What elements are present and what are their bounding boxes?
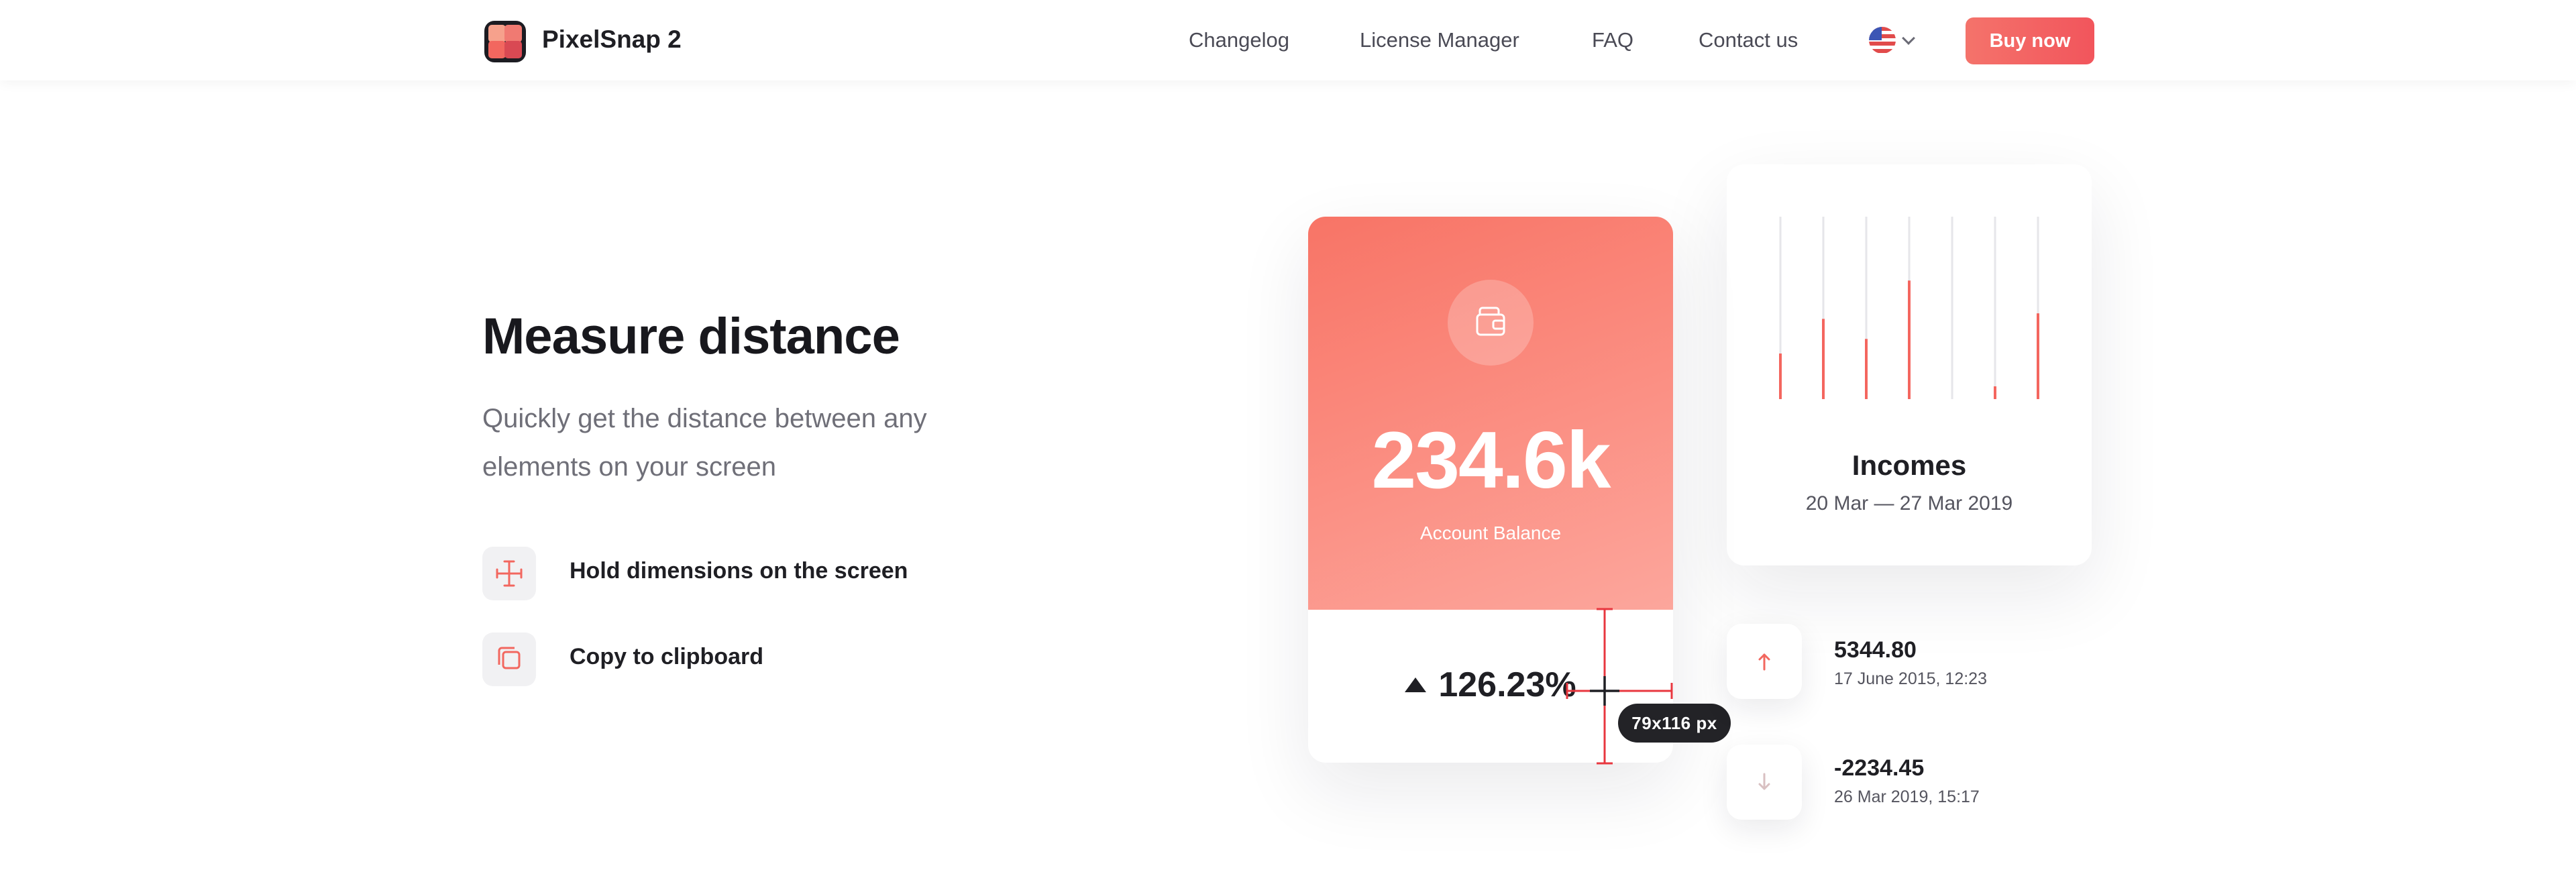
nav-license-manager[interactable]: License Manager [1360,28,1519,52]
triangle-up-icon [1405,677,1427,692]
balance-amount: 234.6k [1371,415,1611,505]
arrow-up-icon[interactable] [1727,624,1802,699]
account-balance-card: 234.6k Account Balance 126.23% [1308,217,1673,763]
logo-quadrant [504,41,522,58]
pixelsnap-logo-icon[interactable] [484,21,526,62]
incomes-title: Incomes [1851,449,1967,481]
transaction-date: 17 June 2015, 12:23 [1834,669,1987,688]
section-title: Measure distance [482,308,900,365]
incomes-date-range: 20 Mar — 27 Mar 2019 [1805,492,2013,514]
balance-label: Account Balance [1419,523,1562,543]
nav-faq[interactable]: FAQ [1592,28,1633,52]
brand-name[interactable]: PixelSnap 2 [542,25,682,54]
transaction-amount: -2234.45 [1834,755,1925,781]
balance-card-header: 234.6k Account Balance [1308,217,1673,610]
transaction-date: 26 Mar 2019, 15:17 [1834,787,1980,806]
dimensions-icon [482,547,536,600]
top-navbar: PixelSnap 2 Changelog License Manager FA… [0,0,2576,80]
chevron-down-icon[interactable] [1902,32,1915,45]
logo-quadrant [488,41,506,58]
logo-quadrant [488,25,506,42]
nav-changelog[interactable]: Changelog [1189,28,1289,52]
arrow-down-icon[interactable] [1727,745,1802,820]
nav-contact-us[interactable]: Contact us [1699,28,1798,52]
transaction-amount: 5344.80 [1834,637,1917,663]
section-subtitle: Quickly get the distance between any ele… [482,404,927,482]
us-flag-icon[interactable] [1869,27,1896,54]
buy-now-button[interactable]: Buy now [1966,17,2094,64]
balance-change-percent: 126.23% [1438,665,1576,704]
distance-measurement-overlay [1566,608,1673,765]
dimension-tooltip: 79x116 px [1618,704,1731,743]
wallet-icon [1448,280,1534,366]
feature-hold-dimensions: Hold dimensions on the screen [570,558,908,584]
balance-change: 126.23% [1308,665,1673,705]
flag-canton [1869,27,1882,40]
feature-copy-clipboard: Copy to clipboard [570,644,763,669]
copy-icon [482,633,536,686]
logo-quadrant [504,25,522,42]
